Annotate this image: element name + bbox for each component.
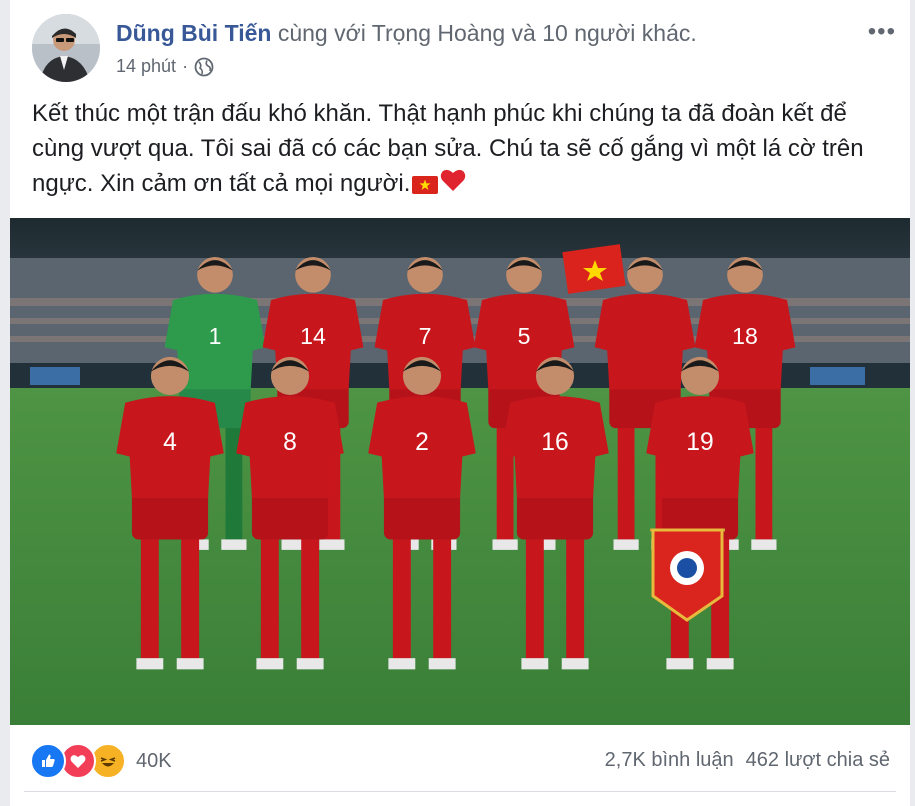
jersey-number: 18 xyxy=(732,323,758,349)
shares-count-link[interactable]: 462 lượt chia sẻ xyxy=(746,749,890,772)
jersey-number: 1 xyxy=(209,323,222,349)
post-body: Kết thúc một trận đấu khó khăn. Thật hạn… xyxy=(32,96,892,202)
author-line: Dũng Bùi Tiến cùng với Trọng Hoàng và 10… xyxy=(116,20,697,47)
post-photo[interactable]: 1 14 7 5 18 4 8 2 16 19 xyxy=(10,218,910,725)
tagged-people-text[interactable]: cùng với Trọng Hoàng và 10 người khác. xyxy=(278,20,697,46)
jersey-number: 2 xyxy=(415,429,429,456)
vietnam-flag-emoji xyxy=(412,175,439,194)
jersey-number: 19 xyxy=(686,429,713,456)
jersey-number: 4 xyxy=(163,429,177,456)
post-footer: 40K 2,7K bình luận 462 lượt chia sẻ xyxy=(10,725,910,795)
jersey-number: 16 xyxy=(541,429,568,456)
post-timestamp[interactable]: 14 phút xyxy=(116,56,176,77)
post-header: Dũng Bùi Tiến cùng với Trọng Hoàng và 10… xyxy=(10,0,910,95)
ad-board-panel-left xyxy=(30,367,80,385)
dot-separator: · xyxy=(182,56,189,76)
ad-board-panel-right xyxy=(810,367,865,385)
reactions-summary[interactable]: 40K xyxy=(30,743,172,779)
red-heart-emoji xyxy=(440,167,466,202)
jersey-number: 5 xyxy=(518,323,531,349)
post-card: Dũng Bùi Tiến cùng với Trọng Hoàng và 10… xyxy=(10,0,910,806)
jersey-number: 14 xyxy=(300,323,326,349)
reaction-count[interactable]: 40K xyxy=(136,750,172,773)
more-options-button[interactable]: ••• xyxy=(868,18,896,46)
author-name-link[interactable]: Dũng Bùi Tiến xyxy=(116,20,271,46)
like-icon xyxy=(30,743,66,779)
engagement-stats: 2,7K bình luận 462 lượt chia sẻ xyxy=(605,749,890,772)
footer-divider xyxy=(24,791,896,792)
comments-count-link[interactable]: 2,7K bình luận xyxy=(605,749,734,772)
post-meta: 14 phút · xyxy=(116,56,214,77)
author-avatar[interactable] xyxy=(32,14,100,82)
jersey-number: 8 xyxy=(283,429,297,456)
crowd-vietnam-flag xyxy=(562,244,626,294)
jersey-number: 7 xyxy=(419,323,432,349)
globe-icon[interactable] xyxy=(194,57,214,77)
